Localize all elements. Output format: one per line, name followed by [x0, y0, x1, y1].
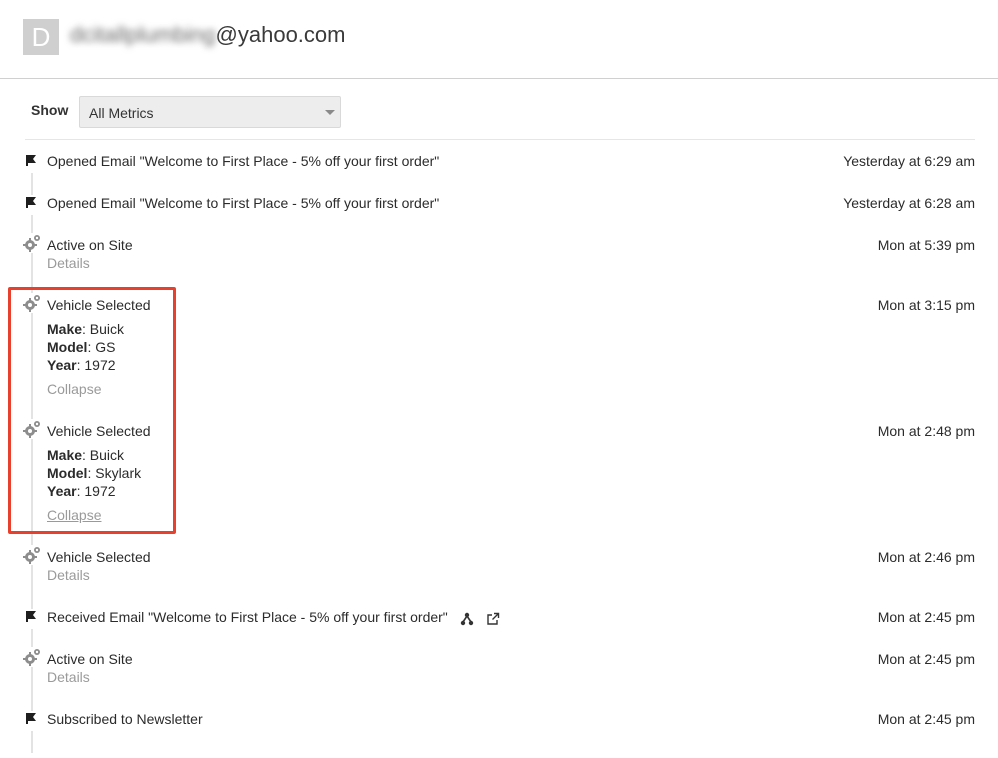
metrics-select-value: All Metrics [89, 105, 154, 121]
flow-icon[interactable] [460, 612, 474, 629]
external-link-icon[interactable] [486, 612, 500, 629]
event-title: Opened Email "Welcome to First Place - 5… [47, 153, 440, 169]
event-time: Mon at 3:15 pm [877, 297, 975, 313]
show-label: Show [31, 102, 69, 118]
gears-icon [22, 545, 42, 565]
flag-icon [24, 711, 44, 731]
gears-icon [22, 647, 42, 667]
event-title: Active on Site [47, 651, 133, 667]
profile-email: dcitallplumbing@yahoo.com [70, 22, 345, 48]
event-time: Mon at 2:45 pm [877, 609, 975, 625]
event-title: Vehicle Selected [47, 549, 151, 565]
details-link[interactable]: Details [47, 567, 90, 583]
details-link[interactable]: Details [47, 255, 90, 271]
event-time: Mon at 2:45 pm [877, 651, 975, 667]
event-time: Yesterday at 6:29 am [843, 153, 975, 169]
event-time: Mon at 2:48 pm [877, 423, 975, 439]
metrics-select[interactable]: All Metrics [79, 96, 341, 128]
event-time: Mon at 2:45 pm [877, 711, 975, 727]
caret-down-icon [325, 110, 335, 115]
flag-icon [24, 609, 44, 629]
event-actions [460, 611, 508, 629]
avatar: D [23, 19, 59, 55]
event-time: Yesterday at 6:28 am [843, 195, 975, 211]
gears-icon [22, 233, 42, 253]
event-title-text: Received Email "Welcome to First Place -… [47, 609, 448, 625]
event-title: Opened Email "Welcome to First Place - 5… [47, 195, 440, 211]
divider [25, 139, 975, 140]
email-domain: @yahoo.com [215, 22, 346, 47]
event-time: Mon at 5:39 pm [877, 237, 975, 253]
event-title: Received Email "Welcome to First Place -… [47, 609, 508, 629]
event-title: Subscribed to Newsletter [47, 711, 203, 727]
highlight-box [8, 287, 176, 534]
flag-icon [24, 195, 44, 215]
flag-icon [24, 153, 44, 173]
profile-header: D dcitallplumbing@yahoo.com [0, 0, 998, 79]
event-title: Active on Site [47, 237, 133, 253]
event-time: Mon at 2:46 pm [877, 549, 975, 565]
email-local-part-blurred: dcitallplumbing [70, 22, 216, 47]
details-link[interactable]: Details [47, 669, 90, 685]
